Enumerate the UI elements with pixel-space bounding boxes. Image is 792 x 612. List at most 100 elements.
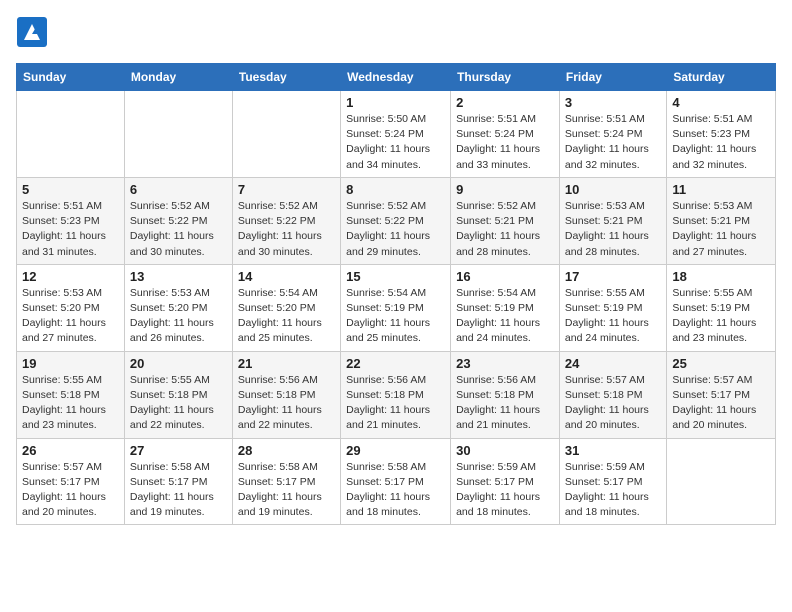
day-number: 9 bbox=[456, 182, 554, 197]
day-number: 19 bbox=[22, 356, 119, 371]
calendar-cell: 20 Sunrise: 5:55 AM Sunset: 5:18 PM Dayli… bbox=[124, 351, 232, 438]
week-row-5: 26 Sunrise: 5:57 AM Sunset: 5:17 PM Dayli… bbox=[17, 438, 776, 525]
calendar-cell: 3Sunrise: 5:51 AM Sunset: 5:24 PM Daylig… bbox=[559, 91, 666, 178]
day-number: 21 bbox=[238, 356, 335, 371]
day-number: 23 bbox=[456, 356, 554, 371]
day-number: 18 bbox=[672, 269, 770, 284]
day-info: Sunrise: 5:54 AM Sunset: 5:19 PM Dayligh… bbox=[346, 286, 445, 347]
calendar-cell: 28Sunrise: 5:58 AM Sunset: 5:17 PM Dayli… bbox=[232, 438, 340, 525]
day-number: 20 bbox=[130, 356, 227, 371]
day-info: Sunrise: 5:53 AM Sunset: 5:20 PM Dayligh… bbox=[130, 286, 227, 347]
week-row-2: 5Sunrise: 5:51 AM Sunset: 5:23 PM Daylig… bbox=[17, 177, 776, 264]
day-info: Sunrise: 5:56 AM Sunset: 5:18 PM Dayligh… bbox=[238, 373, 335, 434]
calendar-cell bbox=[667, 438, 776, 525]
day-info: Sunrise: 5:55 AM Sunset: 5:18 PM Dayligh… bbox=[130, 373, 227, 434]
day-number: 29 bbox=[346, 443, 445, 458]
weekday-header-tuesday: Tuesday bbox=[232, 64, 340, 91]
day-number: 16 bbox=[456, 269, 554, 284]
day-number: 17 bbox=[565, 269, 661, 284]
day-number: 1 bbox=[346, 95, 445, 110]
calendar-cell: 10Sunrise: 5:53 AM Sunset: 5:21 PM Dayli… bbox=[559, 177, 666, 264]
day-number: 4 bbox=[672, 95, 770, 110]
day-info: Sunrise: 5:52 AM Sunset: 5:22 PM Dayligh… bbox=[130, 199, 227, 260]
calendar-cell: 16Sunrise: 5:54 AM Sunset: 5:19 PM Dayli… bbox=[451, 264, 560, 351]
day-number: 3 bbox=[565, 95, 661, 110]
calendar-cell: 8Sunrise: 5:52 AM Sunset: 5:22 PM Daylig… bbox=[341, 177, 451, 264]
calendar-cell: 18 Sunrise: 5:55 AM Sunset: 5:19 PM Dayli… bbox=[667, 264, 776, 351]
calendar-cell bbox=[124, 91, 232, 178]
day-info: Sunrise: 5:53 AM Sunset: 5:21 PM Dayligh… bbox=[672, 199, 770, 260]
day-info: Sunrise: 5:55 AM Sunset: 5:19 PM Dayligh… bbox=[672, 286, 770, 347]
day-info: Sunrise: 5:53 AM Sunset: 5:20 PM Dayligh… bbox=[22, 286, 119, 347]
weekday-header-thursday: Thursday bbox=[451, 64, 560, 91]
weekday-header-monday: Monday bbox=[124, 64, 232, 91]
weekday-header-friday: Friday bbox=[559, 64, 666, 91]
calendar-cell bbox=[232, 91, 340, 178]
day-number: 27 bbox=[130, 443, 227, 458]
day-number: 6 bbox=[130, 182, 227, 197]
calendar-cell: 7 Sunrise: 5:52 AM Sunset: 5:22 PM Daylig… bbox=[232, 177, 340, 264]
page-header bbox=[16, 16, 776, 53]
weekday-header-wednesday: Wednesday bbox=[341, 64, 451, 91]
calendar-cell: 1 Sunrise: 5:50 AM Sunset: 5:24 PM Daylig… bbox=[341, 91, 451, 178]
day-number: 30 bbox=[456, 443, 554, 458]
calendar-cell: 29 Sunrise: 5:58 AM Sunset: 5:17 PM Dayli… bbox=[341, 438, 451, 525]
logo bbox=[16, 16, 52, 53]
week-row-1: 1 Sunrise: 5:50 AM Sunset: 5:24 PM Daylig… bbox=[17, 91, 776, 178]
calendar-cell: 27 Sunrise: 5:58 AM Sunset: 5:17 PM Dayli… bbox=[124, 438, 232, 525]
week-row-4: 19 Sunrise: 5:55 AM Sunset: 5:18 PM Dayli… bbox=[17, 351, 776, 438]
weekday-header-saturday: Saturday bbox=[667, 64, 776, 91]
day-number: 2 bbox=[456, 95, 554, 110]
calendar-cell: 13 Sunrise: 5:53 AM Sunset: 5:20 PM Dayli… bbox=[124, 264, 232, 351]
day-info: Sunrise: 5:56 AM Sunset: 5:18 PM Dayligh… bbox=[346, 373, 445, 434]
calendar-cell: 22 Sunrise: 5:56 AM Sunset: 5:18 PM Dayli… bbox=[341, 351, 451, 438]
day-info: Sunrise: 5:50 AM Sunset: 5:24 PM Dayligh… bbox=[346, 112, 445, 173]
day-info: Sunrise: 5:52 AM Sunset: 5:22 PM Dayligh… bbox=[238, 199, 335, 260]
day-number: 12 bbox=[22, 269, 119, 284]
calendar-cell: 5Sunrise: 5:51 AM Sunset: 5:23 PM Daylig… bbox=[17, 177, 125, 264]
day-info: Sunrise: 5:52 AM Sunset: 5:21 PM Dayligh… bbox=[456, 199, 554, 260]
day-info: Sunrise: 5:55 AM Sunset: 5:18 PM Dayligh… bbox=[22, 373, 119, 434]
day-info: Sunrise: 5:57 AM Sunset: 5:18 PM Dayligh… bbox=[565, 373, 661, 434]
calendar-cell: 11 Sunrise: 5:53 AM Sunset: 5:21 PM Dayli… bbox=[667, 177, 776, 264]
calendar-cell: 9 Sunrise: 5:52 AM Sunset: 5:21 PM Daylig… bbox=[451, 177, 560, 264]
day-info: Sunrise: 5:55 AM Sunset: 5:19 PM Dayligh… bbox=[565, 286, 661, 347]
day-info: Sunrise: 5:51 AM Sunset: 5:23 PM Dayligh… bbox=[672, 112, 770, 173]
calendar-cell: 31 Sunrise: 5:59 AM Sunset: 5:17 PM Dayli… bbox=[559, 438, 666, 525]
calendar-cell: 30Sunrise: 5:59 AM Sunset: 5:17 PM Dayli… bbox=[451, 438, 560, 525]
day-info: Sunrise: 5:58 AM Sunset: 5:17 PM Dayligh… bbox=[130, 460, 227, 521]
calendar-cell: 26 Sunrise: 5:57 AM Sunset: 5:17 PM Dayli… bbox=[17, 438, 125, 525]
calendar-cell: 15 Sunrise: 5:54 AM Sunset: 5:19 PM Dayli… bbox=[341, 264, 451, 351]
day-info: Sunrise: 5:56 AM Sunset: 5:18 PM Dayligh… bbox=[456, 373, 554, 434]
day-number: 5 bbox=[22, 182, 119, 197]
weekday-header-row: SundayMondayTuesdayWednesdayThursdayFrid… bbox=[17, 64, 776, 91]
weekday-header-sunday: Sunday bbox=[17, 64, 125, 91]
day-info: Sunrise: 5:57 AM Sunset: 5:17 PM Dayligh… bbox=[22, 460, 119, 521]
day-number: 25 bbox=[672, 356, 770, 371]
logo-icon bbox=[16, 16, 48, 53]
day-number: 26 bbox=[22, 443, 119, 458]
day-info: Sunrise: 5:58 AM Sunset: 5:17 PM Dayligh… bbox=[346, 460, 445, 521]
day-number: 14 bbox=[238, 269, 335, 284]
day-number: 22 bbox=[346, 356, 445, 371]
day-info: Sunrise: 5:53 AM Sunset: 5:21 PM Dayligh… bbox=[565, 199, 661, 260]
day-number: 24 bbox=[565, 356, 661, 371]
calendar-cell: 4 Sunrise: 5:51 AM Sunset: 5:23 PM Daylig… bbox=[667, 91, 776, 178]
day-info: Sunrise: 5:54 AM Sunset: 5:20 PM Dayligh… bbox=[238, 286, 335, 347]
day-number: 13 bbox=[130, 269, 227, 284]
day-info: Sunrise: 5:59 AM Sunset: 5:17 PM Dayligh… bbox=[565, 460, 661, 521]
day-info: Sunrise: 5:58 AM Sunset: 5:17 PM Dayligh… bbox=[238, 460, 335, 521]
calendar-cell: 19 Sunrise: 5:55 AM Sunset: 5:18 PM Dayli… bbox=[17, 351, 125, 438]
day-info: Sunrise: 5:57 AM Sunset: 5:17 PM Dayligh… bbox=[672, 373, 770, 434]
day-number: 11 bbox=[672, 182, 770, 197]
day-info: Sunrise: 5:51 AM Sunset: 5:24 PM Dayligh… bbox=[456, 112, 554, 173]
day-number: 8 bbox=[346, 182, 445, 197]
calendar-cell: 14 Sunrise: 5:54 AM Sunset: 5:20 PM Dayli… bbox=[232, 264, 340, 351]
calendar-cell: 24 Sunrise: 5:57 AM Sunset: 5:18 PM Dayli… bbox=[559, 351, 666, 438]
calendar-cell: 21 Sunrise: 5:56 AM Sunset: 5:18 PM Dayli… bbox=[232, 351, 340, 438]
day-number: 7 bbox=[238, 182, 335, 197]
calendar-cell: 2 Sunrise: 5:51 AM Sunset: 5:24 PM Daylig… bbox=[451, 91, 560, 178]
day-number: 31 bbox=[565, 443, 661, 458]
calendar-body: 1 Sunrise: 5:50 AM Sunset: 5:24 PM Daylig… bbox=[17, 91, 776, 525]
day-number: 15 bbox=[346, 269, 445, 284]
